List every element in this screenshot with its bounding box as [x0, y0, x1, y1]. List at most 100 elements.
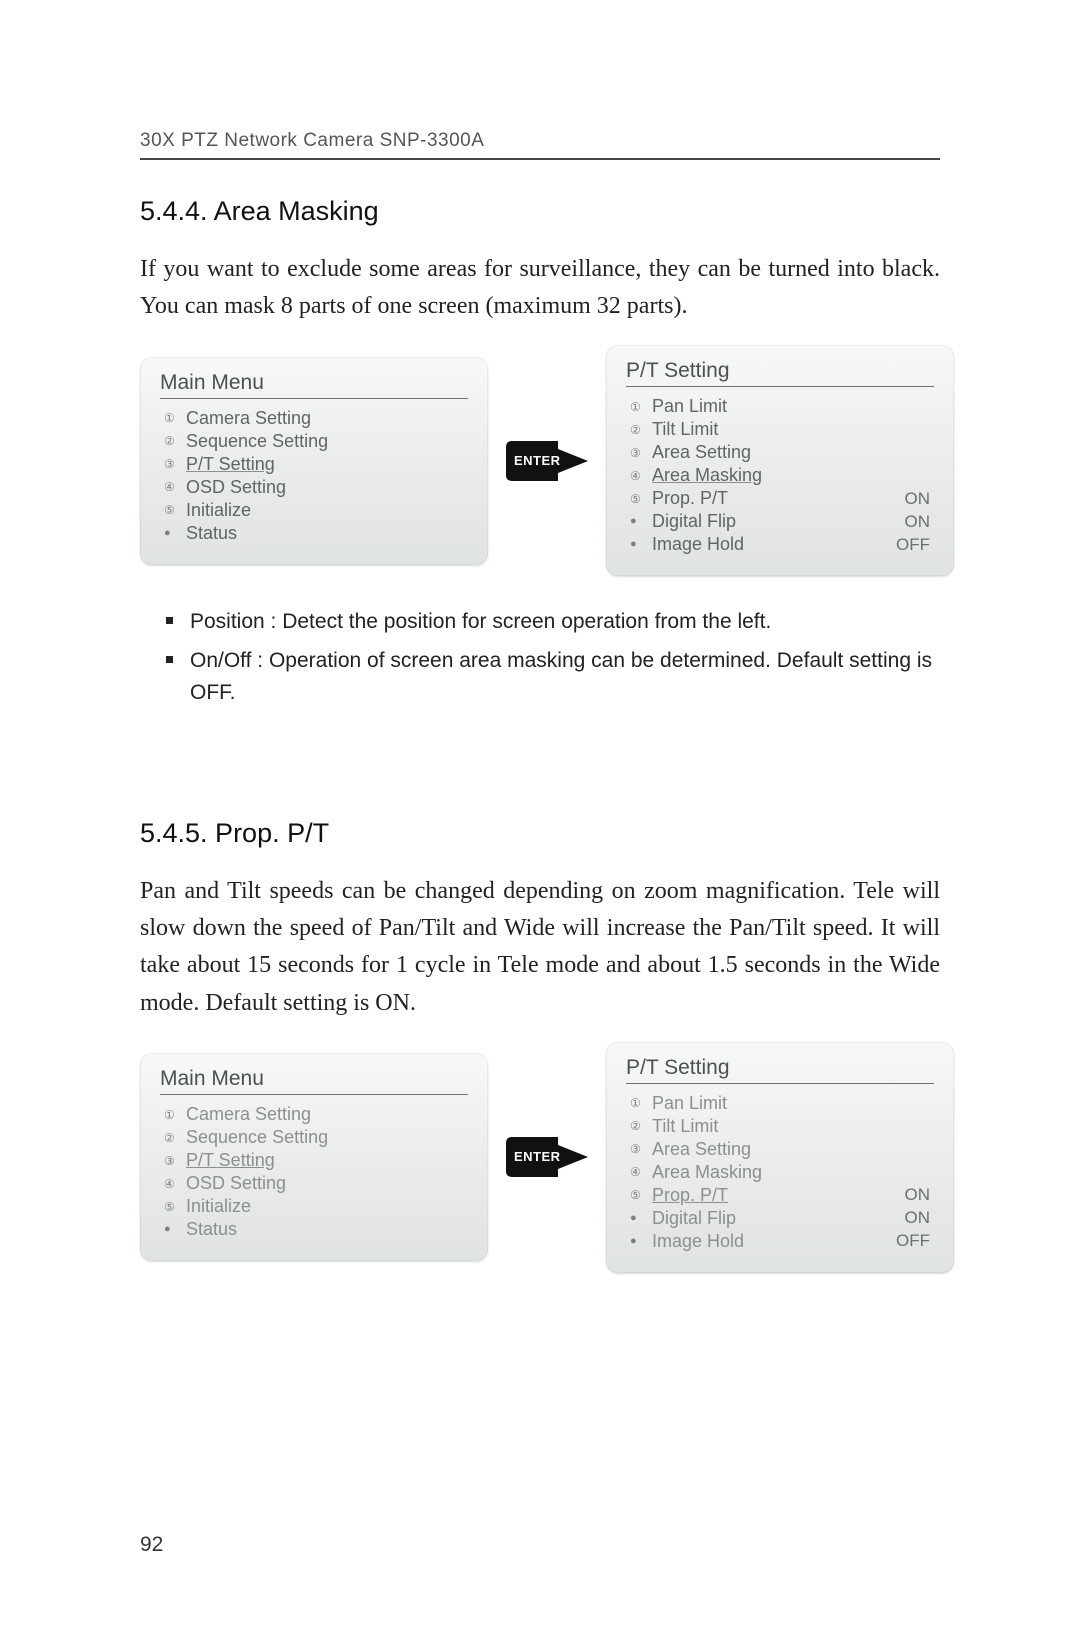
bullet-icon: ●	[164, 1224, 186, 1235]
bullet-icon: ●	[164, 528, 186, 539]
circled-number-icon: ②	[164, 435, 186, 447]
menu-item-label: OSD Setting	[186, 1173, 468, 1194]
menu-item: ●Image HoldOFF	[624, 533, 934, 556]
menu-item: ①Pan Limit	[624, 1092, 934, 1115]
diagram-prop-pt: Main Menu①Camera Setting②Sequence Settin…	[140, 1042, 940, 1273]
menu-item-label: Area Setting	[652, 442, 934, 463]
menu-item-value: ON	[905, 512, 935, 532]
menu-item-label: Tilt Limit	[652, 1116, 934, 1137]
menu-item: ②Sequence Setting	[158, 1126, 468, 1149]
menu-item-label: Camera Setting	[186, 408, 468, 429]
paragraph-area-masking: If you want to exclude some areas for su…	[140, 251, 940, 325]
menu-item: ③P/T Setting	[158, 1149, 468, 1172]
menu-item-label: Area Setting	[652, 1139, 934, 1160]
menu-item-label: Status	[186, 523, 468, 544]
circled-number-icon: ①	[164, 1109, 186, 1121]
circled-number-icon: ④	[164, 1178, 186, 1190]
circled-number-icon: ③	[630, 447, 652, 459]
menu-item: ⑤Prop. P/TON	[624, 1184, 934, 1207]
menu-item-label: P/T Setting	[186, 454, 468, 475]
menu-item-label: Prop. P/T	[652, 1185, 905, 1206]
enter-label-2: ENTER	[514, 1149, 561, 1164]
heading-prop-pt: 5.4.5. Prop. P/T	[140, 818, 940, 849]
circled-number-icon: ③	[164, 1155, 186, 1167]
bullet-icon: ●	[630, 1213, 652, 1224]
menu-item-label: Initialize	[186, 500, 468, 521]
enter-arrow-icon-2: ENTER	[506, 1132, 588, 1182]
pt-setting-panel-2: P/T Setting①Pan Limit②Tilt Limit③Area Se…	[606, 1042, 954, 1273]
menu-item-label: Sequence Setting	[186, 431, 468, 452]
circled-number-icon: ②	[630, 424, 652, 436]
menu-item: ①Pan Limit	[624, 395, 934, 418]
area-masking-bullets: Position : Detect the position for scree…	[140, 606, 940, 710]
menu-item: ②Sequence Setting	[158, 430, 468, 453]
menu-item: ②Tilt Limit	[624, 1115, 934, 1138]
menu-item-label: Sequence Setting	[186, 1127, 468, 1148]
diagram-area-masking: Main Menu①Camera Setting②Sequence Settin…	[140, 345, 940, 576]
menu-title: Main Menu	[160, 371, 468, 399]
menu-item: ④OSD Setting	[158, 476, 468, 499]
enter-label: ENTER	[514, 453, 561, 468]
circled-number-icon: ⑤	[630, 493, 652, 505]
menu-item: ●Status	[158, 1218, 468, 1241]
menu-item-label: Digital Flip	[652, 511, 905, 532]
bullet-icon: ●	[630, 539, 652, 550]
menu-title: Main Menu	[160, 1067, 468, 1095]
bullet-position: Position : Detect the position for scree…	[190, 606, 940, 639]
menu-item-value: ON	[905, 489, 935, 509]
menu-item: ④OSD Setting	[158, 1172, 468, 1195]
menu-item: ④Area Masking	[624, 464, 934, 487]
menu-title: P/T Setting	[626, 359, 934, 387]
menu-item-value: ON	[905, 1185, 935, 1205]
menu-item-label: Digital Flip	[652, 1208, 905, 1229]
circled-number-icon: ⑤	[630, 1189, 652, 1201]
menu-item: ①Camera Setting	[158, 407, 468, 430]
menu-item: ●Status	[158, 522, 468, 545]
menu-item: ⑤Prop. P/TON	[624, 487, 934, 510]
circled-number-icon: ④	[630, 1166, 652, 1178]
menu-item: ③Area Setting	[624, 1138, 934, 1161]
menu-item: ②Tilt Limit	[624, 418, 934, 441]
bullet-icon: ●	[630, 1236, 652, 1247]
menu-item: ⑤Initialize	[158, 1195, 468, 1218]
menu-item-label: Pan Limit	[652, 396, 934, 417]
menu-item-label: Area Masking	[652, 465, 934, 486]
menu-item: ⑤Initialize	[158, 499, 468, 522]
running-header: 30X PTZ Network Camera SNP-3300A	[140, 130, 940, 160]
main-menu-panel: Main Menu①Camera Setting②Sequence Settin…	[140, 357, 488, 565]
menu-item-label: Camera Setting	[186, 1104, 468, 1125]
menu-item: ③P/T Setting	[158, 453, 468, 476]
menu-item-label: Image Hold	[652, 534, 896, 555]
pt-setting-panel: P/T Setting①Pan Limit②Tilt Limit③Area Se…	[606, 345, 954, 576]
document-page: 30X PTZ Network Camera SNP-3300A 5.4.4. …	[0, 0, 1080, 1643]
menu-item-label: Image Hold	[652, 1231, 896, 1252]
menu-item-label: Prop. P/T	[652, 488, 905, 509]
menu-item-label: Area Masking	[652, 1162, 934, 1183]
circled-number-icon: ②	[164, 1132, 186, 1144]
circled-number-icon: ④	[630, 470, 652, 482]
circled-number-icon: ①	[630, 401, 652, 413]
circled-number-icon: ①	[630, 1097, 652, 1109]
circled-number-icon: ③	[164, 458, 186, 470]
menu-item: ●Digital FlipON	[624, 1207, 934, 1230]
circled-number-icon: ①	[164, 412, 186, 424]
circled-number-icon: ⑤	[164, 504, 186, 516]
heading-area-masking: 5.4.4. Area Masking	[140, 196, 940, 227]
circled-number-icon: ③	[630, 1143, 652, 1155]
enter-arrow-icon: ENTER	[506, 436, 588, 486]
menu-item: ③Area Setting	[624, 441, 934, 464]
menu-item-label: P/T Setting	[186, 1150, 468, 1171]
circled-number-icon: ④	[164, 481, 186, 493]
menu-item-label: Initialize	[186, 1196, 468, 1217]
circled-number-icon: ②	[630, 1120, 652, 1132]
menu-item-value: ON	[905, 1208, 935, 1228]
bullet-icon: ●	[630, 516, 652, 527]
menu-item: ①Camera Setting	[158, 1103, 468, 1126]
menu-item-label: Tilt Limit	[652, 419, 934, 440]
menu-item-value: OFF	[896, 535, 934, 555]
page-number: 92	[140, 1533, 163, 1557]
menu-item-label: Pan Limit	[652, 1093, 934, 1114]
circled-number-icon: ⑤	[164, 1201, 186, 1213]
menu-item: ④Area Masking	[624, 1161, 934, 1184]
menu-item-value: OFF	[896, 1231, 934, 1251]
